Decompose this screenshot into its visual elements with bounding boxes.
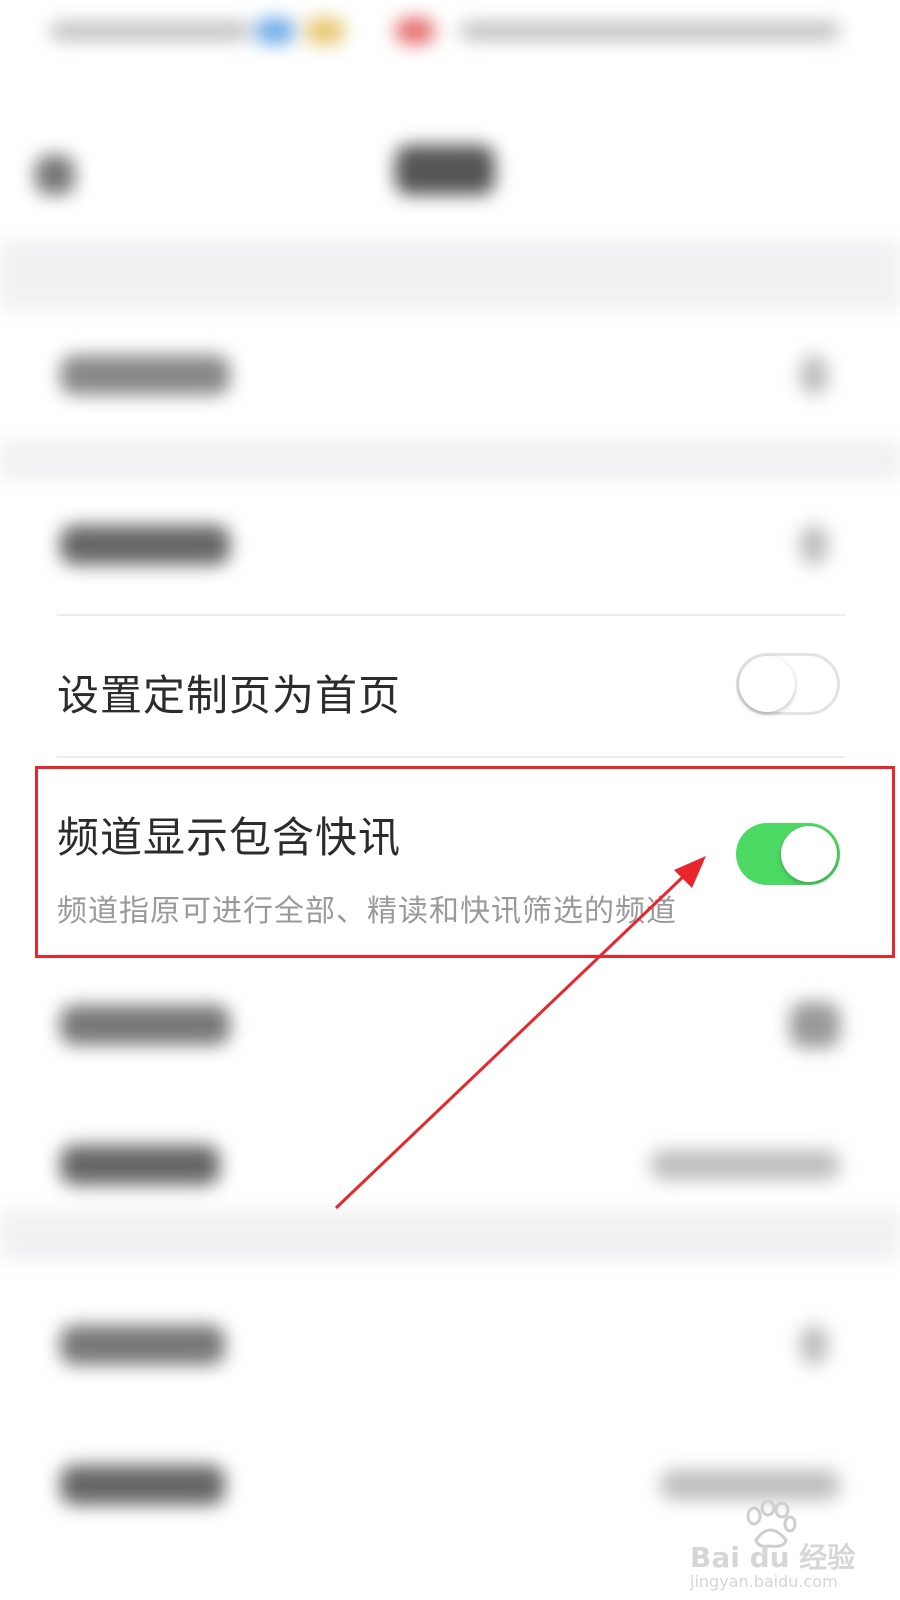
watermark-brand: Bai du 经验 [690, 1541, 856, 1574]
watermark-url: jingyan.baidu.com [690, 1572, 838, 1591]
annotation-arrow [334, 856, 706, 1210]
watermark: Bai du 经验 jingyan.baidu.com [690, 1500, 880, 1591]
